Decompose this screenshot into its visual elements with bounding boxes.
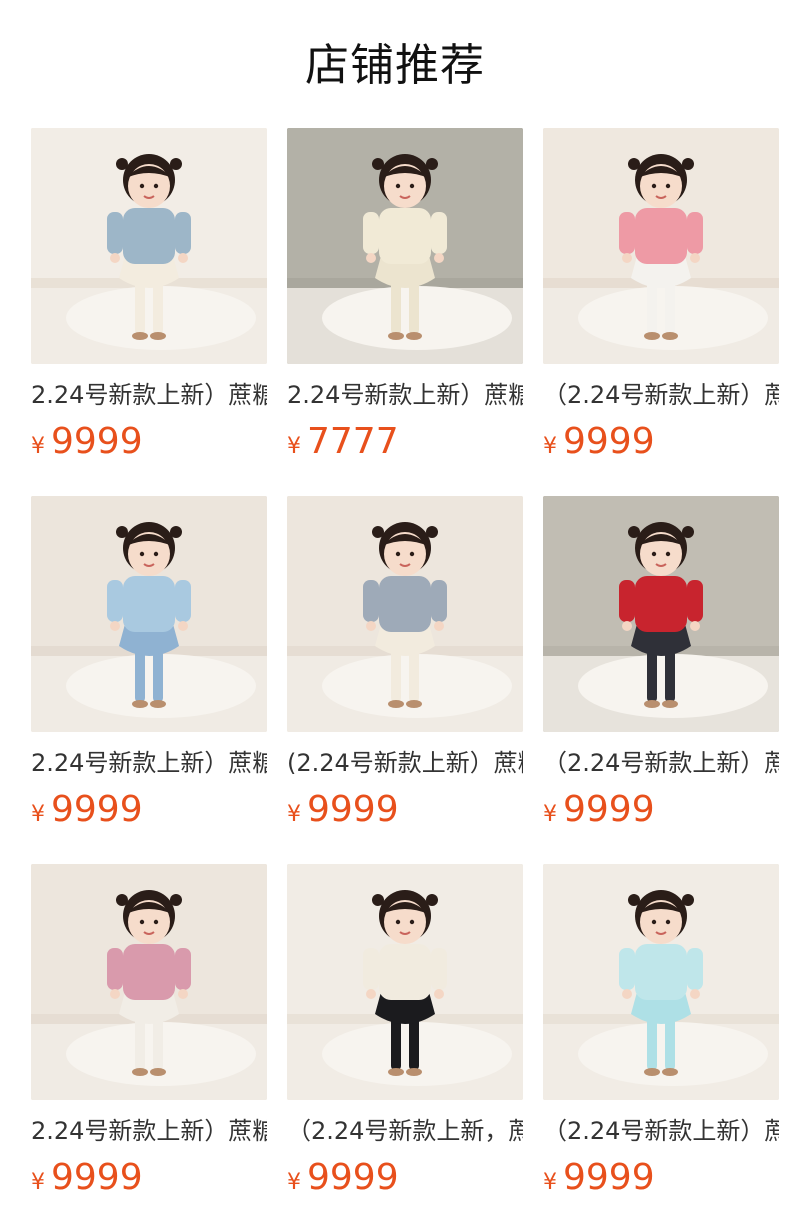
product-name[interactable]: （2.24号新款上新）蔗 [543,378,779,412]
product-name[interactable]: (2.24号新款上新）蔗糖 [287,746,523,780]
girl-in-grey-sweater-photo[interactable] [287,496,523,732]
product-card[interactable]: 2.24号新款上新）蔗糖 ¥9999 [31,496,267,864]
product-grid: 2.24号新款上新）蔗糖 ¥9999 2.24号新款上新）蔗糖 ¥7777 （2.24号… [31,128,781,1232]
section-title: 店铺推荐 [305,40,485,91]
currency-symbol: ¥ [31,1170,45,1195]
product-card[interactable]: （2.24号新款上新，蔗 ¥9999 [287,864,523,1232]
price-value: 9999 [51,789,143,830]
product-price: ¥9999 [287,1156,523,1200]
price-value: 9999 [51,1157,143,1198]
product-card[interactable]: （2.24号新款上新）蔗 ¥9999 [543,864,779,1232]
product-name[interactable]: （2.24号新款上新）蔗 [543,746,779,780]
girl-in-pink-vest-photo[interactable] [543,128,779,364]
girl-in-blue-vest-and-jeans-photo[interactable] [31,496,267,732]
product-card[interactable]: （2.24号新款上新）蔗 ¥9999 [543,496,779,864]
product-price: ¥9999 [543,788,779,832]
currency-symbol: ¥ [31,434,45,459]
product-price: ¥9999 [543,1156,779,1200]
currency-symbol: ¥ [287,434,301,459]
price-value: 9999 [563,789,655,830]
girl-in-pink-sweatshirt-photo[interactable] [31,864,267,1100]
product-card[interactable]: 2.24号新款上新）蔗糖 ¥9999 [31,864,267,1232]
product-price: ¥9999 [31,1156,267,1200]
currency-symbol: ¥ [31,802,45,827]
product-name[interactable]: 2.24号新款上新）蔗糖 [31,378,267,412]
product-price: ¥9999 [287,788,523,832]
product-price: ¥9999 [31,420,267,464]
currency-symbol: ¥ [543,434,557,459]
product-card[interactable]: 2.24号新款上新）蔗糖 ¥9999 [31,128,267,496]
price-value: 9999 [51,421,143,462]
price-value: 9999 [307,789,399,830]
product-name[interactable]: 2.24号新款上新）蔗糖 [31,746,267,780]
product-name[interactable]: 2.24号新款上新）蔗糖 [287,378,523,412]
price-value: 9999 [307,1157,399,1198]
product-name[interactable]: 2.24号新款上新）蔗糖 [31,1114,267,1148]
product-price: ¥7777 [287,420,523,464]
girl-in-denim-jacket-on-white-chair-photo[interactable] [31,128,267,364]
product-card[interactable]: （2.24号新款上新）蔗 ¥9999 [543,128,779,496]
currency-symbol: ¥ [543,802,557,827]
product-name[interactable]: （2.24号新款上新）蔗 [543,1114,779,1148]
price-value: 7777 [307,421,399,462]
product-card[interactable]: (2.24号新款上新）蔗糖 ¥9999 [287,496,523,864]
currency-symbol: ¥ [543,1170,557,1195]
girl-in-hoodie-collage-photo[interactable] [287,128,523,364]
product-name[interactable]: （2.24号新款上新，蔗 [287,1114,523,1148]
girl-in-blue-tulle-dress-photo[interactable] [543,864,779,1100]
currency-symbol: ¥ [287,1170,301,1195]
girl-in-dotted-blouse-and-black-skirt-photo[interactable] [287,864,523,1100]
product-price: ¥9999 [31,788,267,832]
product-price: ¥9999 [543,420,779,464]
price-value: 9999 [563,1157,655,1198]
price-value: 9999 [563,421,655,462]
currency-symbol: ¥ [287,802,301,827]
girls-in-red-top-and-lace-cami-collage-photo[interactable] [543,496,779,732]
product-card[interactable]: 2.24号新款上新）蔗糖 ¥7777 [287,128,523,496]
